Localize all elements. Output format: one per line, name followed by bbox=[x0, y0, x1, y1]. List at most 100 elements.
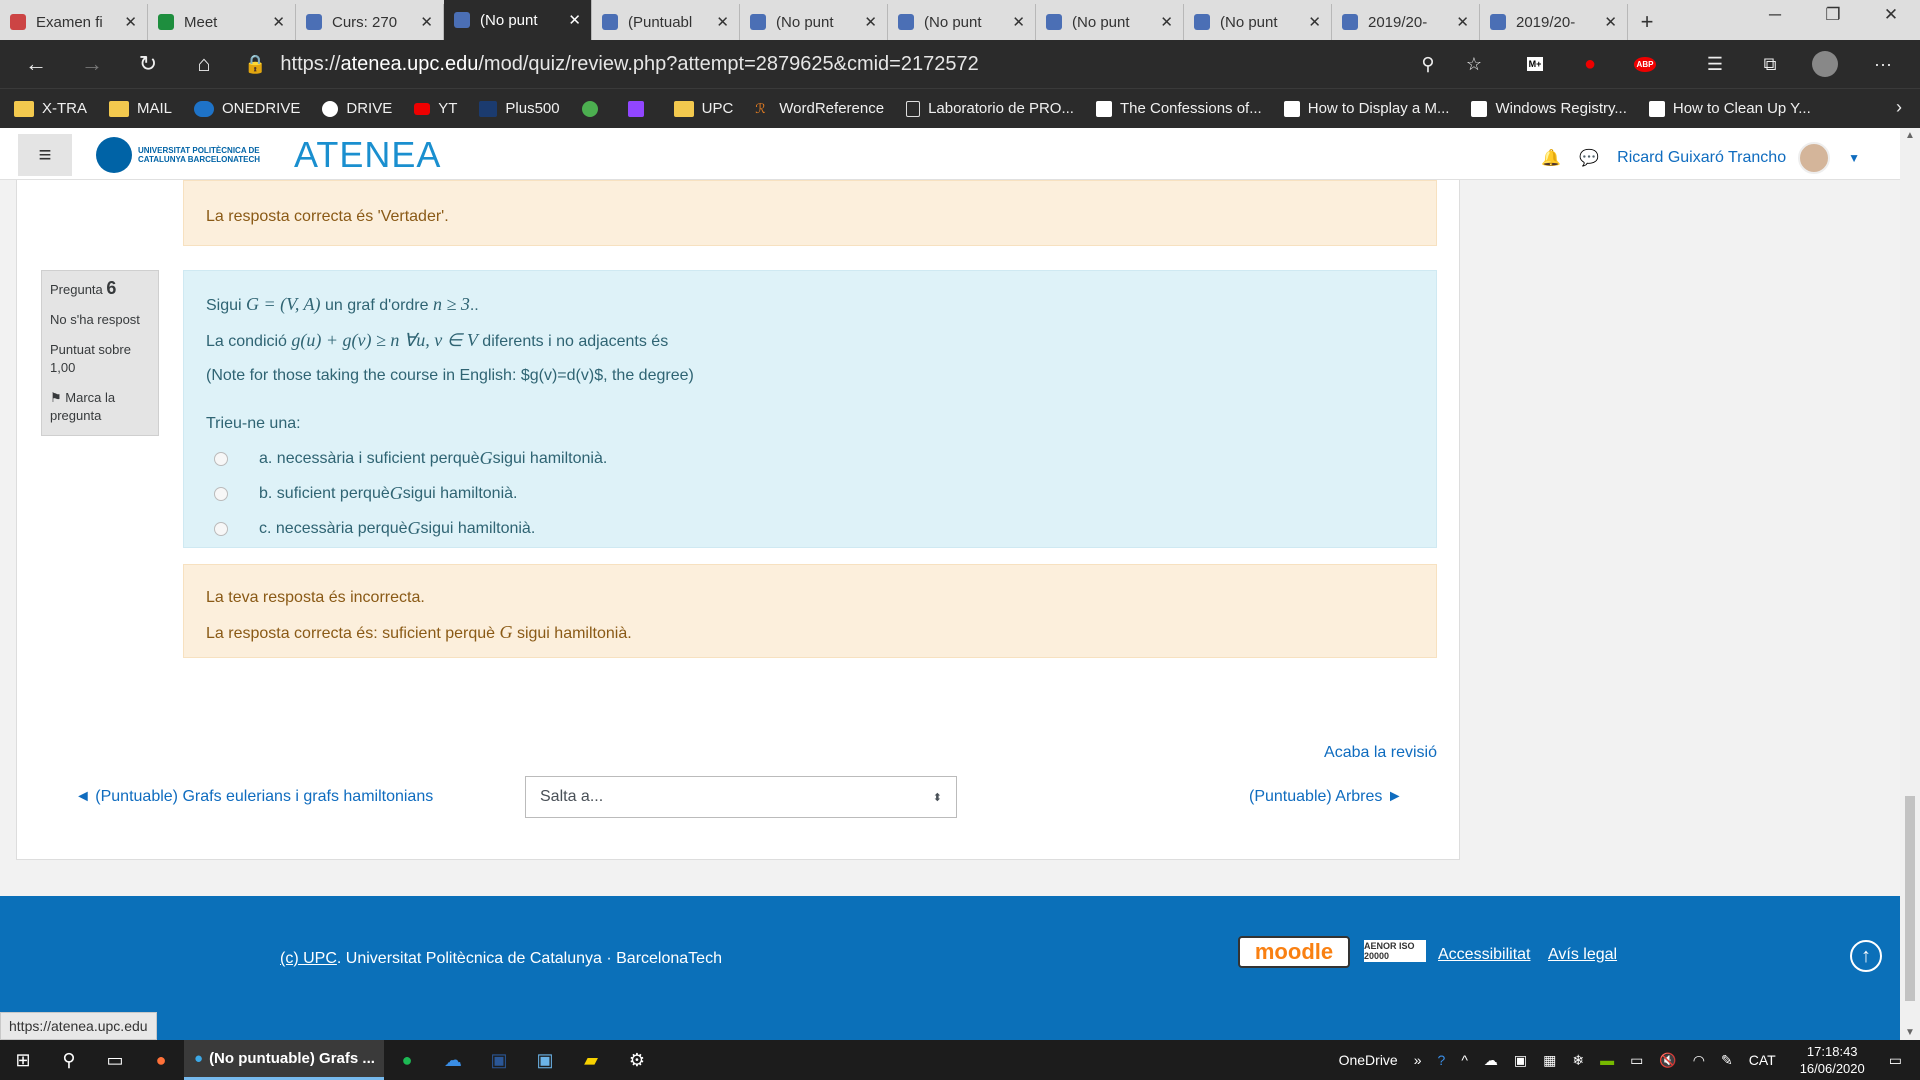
browser-tab[interactable]: Examen fi ✕ bbox=[0, 4, 148, 40]
close-icon[interactable]: ✕ bbox=[1160, 13, 1173, 31]
bookmark-folder[interactable]: MAIL bbox=[109, 100, 172, 117]
browser-tab[interactable]: (No punt ✕ bbox=[1036, 4, 1184, 40]
adblock-icon[interactable]: ABP bbox=[1630, 49, 1660, 79]
scrollbar-thumb[interactable] bbox=[1905, 796, 1915, 1001]
search-icon[interactable]: ⚲ bbox=[1413, 49, 1443, 79]
close-icon[interactable]: ✕ bbox=[124, 13, 137, 31]
browser-tab[interactable]: (Puntuabl ✕ bbox=[592, 4, 740, 40]
profile-icon[interactable] bbox=[1810, 49, 1840, 79]
extension-icon[interactable]: ● bbox=[1575, 49, 1605, 79]
browser-tab-active[interactable]: (No punt ✕ bbox=[444, 0, 592, 40]
chevron-double-right-icon[interactable]: » bbox=[1414, 1052, 1422, 1068]
tray-app-icon[interactable]: ▣ bbox=[1514, 1052, 1527, 1069]
bookmark-folder[interactable]: X-TRA bbox=[14, 100, 87, 117]
moodle-logo[interactable]: moodle bbox=[1238, 936, 1350, 968]
spotify-icon[interactable]: ● bbox=[384, 1040, 430, 1080]
address-bar[interactable]: 🔒 https://atenea.upc.edu/mod/quiz/review… bbox=[244, 40, 1494, 88]
onedrive-icon[interactable]: ☁ bbox=[430, 1040, 476, 1080]
taskbar-app-edge[interactable]: ● (No puntuable) Grafs ... bbox=[184, 1040, 384, 1080]
language-indicator[interactable]: CAT bbox=[1749, 1052, 1776, 1068]
task-view-icon[interactable]: ▭ bbox=[92, 1040, 138, 1080]
browser-tab[interactable]: (No punt ✕ bbox=[740, 4, 888, 40]
close-icon[interactable]: ✕ bbox=[1308, 13, 1321, 31]
avatar[interactable] bbox=[1798, 142, 1831, 174]
bookmark-link[interactable]: The Confessions of... bbox=[1095, 100, 1262, 117]
snowflake-icon[interactable]: ❄ bbox=[1572, 1052, 1584, 1069]
upc-link[interactable]: (c) UPC bbox=[280, 950, 337, 967]
chevron-up-icon[interactable]: ^ bbox=[1461, 1052, 1468, 1068]
answer-option[interactable]: a. necessària i suficient perquè G sigui… bbox=[206, 441, 1414, 476]
refresh-icon[interactable]: ↻ bbox=[120, 40, 176, 88]
minimize-button[interactable]: ─ bbox=[1746, 0, 1804, 30]
word-icon[interactable]: ▣ bbox=[476, 1040, 522, 1080]
messages-icon[interactable]: 💬 bbox=[1579, 148, 1599, 168]
favorites-list-icon[interactable]: ☰ bbox=[1700, 49, 1730, 79]
back-to-top-icon[interactable]: ↑ bbox=[1850, 940, 1882, 972]
accessibility-link[interactable]: Accessibilitat bbox=[1438, 946, 1530, 964]
bookmark-link[interactable] bbox=[581, 100, 606, 117]
chevron-down-icon[interactable]: ▼ bbox=[1848, 151, 1860, 165]
radio-button[interactable] bbox=[214, 521, 228, 536]
bookmark-link[interactable]: How to Display a M... bbox=[1283, 100, 1449, 117]
end-review-link[interactable]: Acaba la revisió bbox=[1324, 744, 1437, 762]
bookmark-folder[interactable]: DRIVE bbox=[322, 100, 392, 117]
browser-tab[interactable]: 2019/20- ✕ bbox=[1480, 4, 1628, 40]
onedrive-label[interactable]: OneDrive bbox=[1339, 1052, 1398, 1068]
bookmark-link[interactable]: How to Clean Up Y... bbox=[1648, 100, 1811, 117]
bookmark-link[interactable]: Laboratorio de PRO... bbox=[906, 100, 1074, 117]
bookmark-link[interactable] bbox=[627, 100, 652, 117]
close-icon[interactable]: ✕ bbox=[716, 13, 729, 31]
gpu-icon[interactable]: ▬ bbox=[1600, 1052, 1614, 1068]
close-icon[interactable]: ✕ bbox=[864, 13, 877, 31]
browser-tab[interactable]: (No punt ✕ bbox=[1184, 4, 1332, 40]
firefox-icon[interactable]: ● bbox=[138, 1040, 184, 1080]
bookmark-folder[interactable]: YT bbox=[414, 100, 457, 117]
favorite-star-icon[interactable]: ☆ bbox=[1459, 49, 1489, 79]
maximize-button[interactable]: ❐ bbox=[1804, 0, 1862, 30]
radio-button[interactable] bbox=[214, 486, 228, 501]
flag-question-link[interactable]: ⚑ Marca la pregunta bbox=[50, 389, 150, 425]
legal-link[interactable]: Avís legal bbox=[1548, 946, 1617, 964]
previous-activity-link[interactable]: ◄ (Puntuable) Grafs eulerians i grafs ha… bbox=[75, 788, 433, 806]
chevron-right-icon[interactable]: › bbox=[1896, 97, 1902, 118]
notifications-icon[interactable]: ▭ bbox=[1889, 1052, 1902, 1069]
bookmark-folder[interactable]: ONEDRIVE bbox=[194, 100, 300, 117]
scroll-up-icon[interactable]: ▲ bbox=[1900, 130, 1920, 141]
close-window-button[interactable]: ✕ bbox=[1862, 0, 1920, 30]
close-icon[interactable]: ✕ bbox=[1456, 13, 1469, 31]
close-icon[interactable]: ✕ bbox=[420, 13, 433, 31]
browser-tab[interactable]: Curs: 270 ✕ bbox=[296, 4, 444, 40]
close-icon[interactable]: ✕ bbox=[1604, 13, 1617, 31]
bookmark-link[interactable]: Plus500 bbox=[479, 100, 560, 117]
battery-icon[interactable]: ▭ bbox=[1630, 1052, 1643, 1069]
volume-muted-icon[interactable]: 🔇 bbox=[1659, 1052, 1676, 1069]
forward-icon[interactable]: → bbox=[64, 40, 120, 88]
atenea-brand[interactable]: ATENEA bbox=[294, 134, 441, 176]
windows-start-icon[interactable]: ⊞ bbox=[0, 1040, 46, 1080]
browser-tab[interactable]: 2019/20- ✕ bbox=[1332, 4, 1480, 40]
back-icon[interactable]: ← bbox=[8, 40, 64, 88]
wifi-icon[interactable]: ◠ bbox=[1693, 1052, 1705, 1069]
extension-icon[interactable]: M+ bbox=[1520, 49, 1550, 79]
clock[interactable]: 17:18:43 16/06/2020 bbox=[1800, 1043, 1865, 1077]
app-icon[interactable]: ▣ bbox=[522, 1040, 568, 1080]
upc-logo[interactable]: UNIVERSITAT POLITÈCNICA DE CATALUNYA BAR… bbox=[96, 137, 268, 173]
search-icon[interactable]: ⚲ bbox=[46, 1040, 92, 1080]
new-tab-button[interactable]: + bbox=[1628, 4, 1666, 40]
close-icon[interactable]: ✕ bbox=[272, 13, 285, 31]
answer-option[interactable]: c. necessària perquè G sigui hamiltonià. bbox=[206, 511, 1414, 546]
user-name[interactable]: Ricard Guixaró Trancho bbox=[1617, 149, 1786, 167]
tray-app-icon[interactable]: ▦ bbox=[1543, 1052, 1556, 1069]
collections-icon[interactable]: ⧉ bbox=[1755, 49, 1785, 79]
notifications-bell-icon[interactable]: 🔔 bbox=[1541, 148, 1561, 168]
settings-gear-icon[interactable]: ⚙ bbox=[614, 1040, 660, 1080]
bookmark-link[interactable]: Windows Registry... bbox=[1471, 100, 1627, 117]
sticky-notes-icon[interactable]: ▰ bbox=[568, 1040, 614, 1080]
scroll-down-icon[interactable]: ▼ bbox=[1900, 1027, 1920, 1038]
bookmark-link[interactable]: ℛ WordReference bbox=[755, 100, 884, 117]
pen-icon[interactable]: ✎ bbox=[1721, 1052, 1733, 1069]
onedrive-tray-icon[interactable]: ☁ bbox=[1484, 1052, 1498, 1069]
menu-icon[interactable]: ≡ bbox=[18, 134, 72, 176]
browser-tab[interactable]: Meet ✕ bbox=[148, 4, 296, 40]
jump-to-select[interactable]: Salta a... ⬍ bbox=[525, 776, 957, 818]
